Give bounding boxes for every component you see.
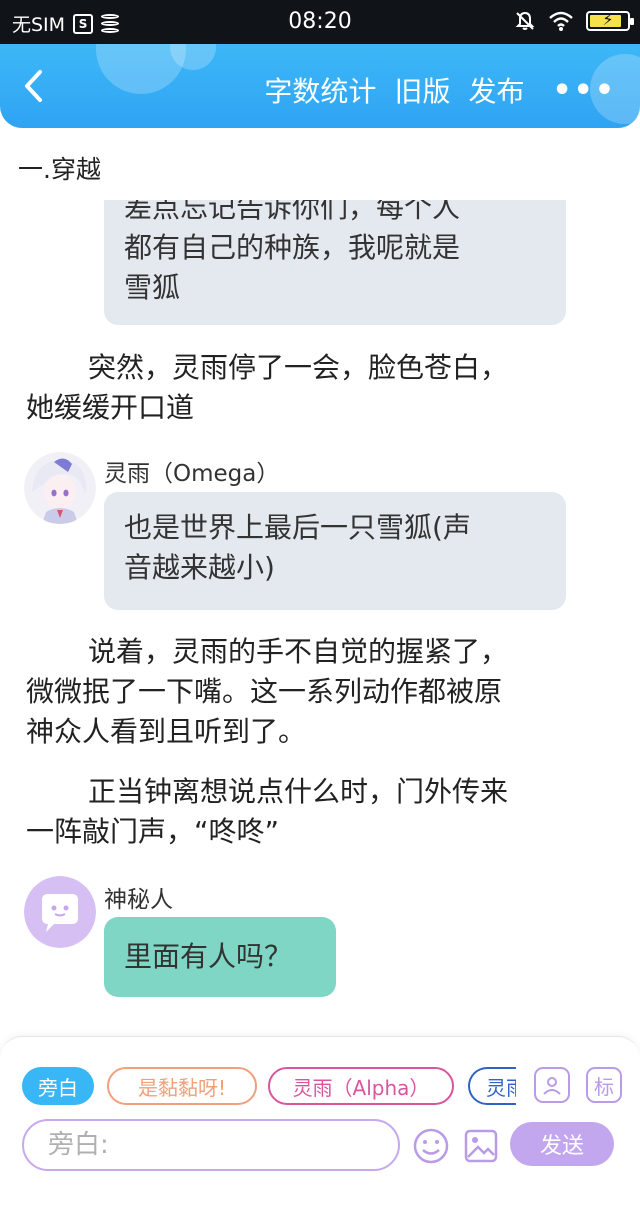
header-actions: 字数统计 旧版 发布 •••	[264, 70, 616, 110]
narration-paragraph[interactable]: 说着，灵雨的手不自觉的握紧了， 微微抿了一下嘴。这一系列动作都被原 神众人看到且…	[26, 632, 606, 752]
image-glyph	[464, 1129, 498, 1163]
message-input[interactable]	[22, 1119, 400, 1171]
anime-avatar-icon	[24, 452, 96, 524]
bubble-line: 音越来越小)	[124, 551, 275, 584]
narration-line: 微微抿了一下嘴。这一系列动作都被原	[26, 675, 503, 708]
bubble-line: 差点忘记告诉你们，每个人	[124, 200, 461, 224]
tag-button[interactable]: 标	[586, 1067, 622, 1103]
message-bubble[interactable]: 也是世界上最后一只雪狐(声 音越来越小)	[104, 492, 566, 610]
chapter-title[interactable]: 一.穿越	[18, 150, 101, 186]
status-bar: 无SIM S 08:20 ⚡	[0, 0, 640, 44]
message-bubble[interactable]: 差点忘记告诉你们，每个人 都有自己的种族，我呢就是 雪狐	[104, 200, 566, 325]
send-button[interactable]: 发送	[510, 1122, 614, 1166]
emoji-icon[interactable]	[412, 1127, 450, 1169]
narration-line: 突然，灵雨停了一会，脸色苍白，	[88, 351, 509, 384]
narration-line: 正当钟离想说点什么时，门外传来	[88, 775, 509, 808]
chat-bubble-avatar-icon	[24, 876, 96, 948]
chat-message-partial[interactable]: 差点忘记告诉你们，每个人 都有自己的种族，我呢就是 雪狐	[24, 200, 584, 330]
emoji-glyph	[413, 1128, 449, 1164]
person-glyph	[543, 1077, 561, 1095]
publish-button[interactable]: 发布	[468, 70, 524, 110]
speaker-chip[interactable]: 是黏黏呀!	[107, 1067, 257, 1105]
speaker-chip-narrator[interactable]: 旁白	[22, 1067, 94, 1105]
narration-line: 神众人看到且听到了。	[26, 715, 307, 748]
story-content[interactable]: 差点忘记告诉你们，每个人 都有自己的种族，我呢就是 雪狐 突然，灵雨停了一会，脸…	[0, 200, 640, 1030]
narration-line: 她缓缓开口道	[26, 391, 195, 424]
app-header: 字数统计 旧版 发布 •••	[0, 44, 640, 128]
bubble-line: 都有自己的种族，我呢就是	[124, 231, 461, 264]
charging-bolt-icon: ⚡	[602, 10, 614, 29]
avatar[interactable]	[24, 452, 96, 524]
back-button[interactable]	[20, 68, 50, 104]
narration-line: 一阵敲门声，“咚咚”	[26, 815, 280, 848]
wifi-icon	[549, 11, 573, 31]
chat-message[interactable]: 神秘人 里面有人吗？	[24, 876, 584, 1000]
more-options-icon[interactable]: •••	[552, 73, 616, 108]
status-right: ⚡	[514, 10, 634, 32]
narration-paragraph[interactable]: 突然，灵雨停了一会，脸色苍白， 她缓缓开口道	[26, 348, 606, 428]
chat-message[interactable]: 灵雨（Omega） 也是世界上最后一只雪狐(声 音越来越小)	[24, 452, 584, 612]
avatar[interactable]	[24, 876, 96, 948]
narration-line: 说着，灵雨的手不自觉的握紧了，	[88, 635, 509, 668]
mute-icon	[515, 11, 535, 30]
old-version-button[interactable]: 旧版	[394, 70, 450, 110]
speaker-name: 神秘人	[104, 887, 173, 913]
bubble-line: 雪狐	[124, 271, 181, 304]
person-icon[interactable]	[534, 1067, 570, 1103]
battery-icon: ⚡	[586, 10, 634, 31]
speaker-chip[interactable]: 灵雨（Alpha）	[268, 1067, 454, 1105]
speaker-chip[interactable]: 灵雨	[468, 1067, 516, 1105]
chevron-left-icon	[25, 70, 42, 102]
image-icon[interactable]	[462, 1127, 500, 1169]
bubble-line: 也是世界上最后一只雪狐(声	[124, 511, 471, 544]
word-count-button[interactable]: 字数统计	[264, 70, 376, 110]
speaker-name: 灵雨（Omega）	[104, 461, 280, 487]
composer-panel: 旁白 是黏黏呀! 灵雨（Alpha） 灵雨 标 发送	[0, 1036, 640, 1206]
message-bubble[interactable]: 里面有人吗？	[104, 917, 336, 997]
narration-paragraph[interactable]: 正当钟离想说点什么时，门外传来 一阵敲门声，“咚咚”	[26, 772, 606, 852]
